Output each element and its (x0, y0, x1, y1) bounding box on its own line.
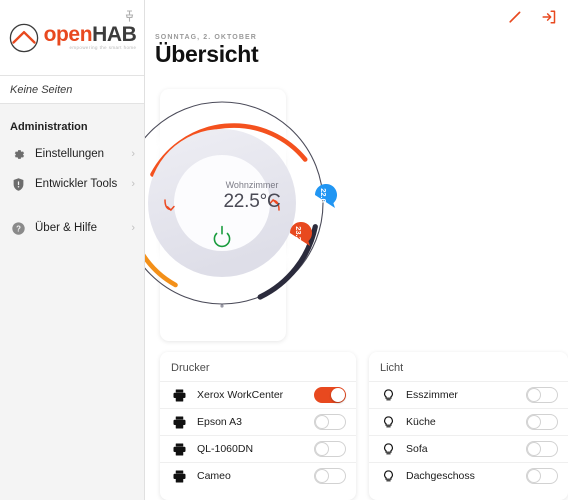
toggle-knob (315, 442, 329, 456)
badge-target-label: 23.2 (293, 225, 303, 241)
page-date: SONNTAG, 2. OKTOBER (155, 34, 257, 41)
pencil-icon[interactable] (506, 8, 524, 26)
admin-section-label: Administration (10, 121, 88, 133)
sidebar-item-entwickler-tools[interactable]: Entwickler Tools › (0, 169, 144, 199)
list-item-label: QL-1060DN (197, 443, 254, 455)
toggle-knob (527, 442, 541, 456)
list-item[interactable]: Cameo (160, 462, 356, 489)
chevron-right-icon: › (131, 148, 135, 160)
bulb-icon (380, 387, 396, 403)
chevron-right-icon: › (131, 222, 135, 234)
list-item-label: Esszimmer (406, 389, 458, 401)
list-item[interactable]: Xerox WorkCenter (160, 381, 356, 408)
list-item[interactable]: Epson A3 (160, 408, 356, 435)
list-item[interactable]: Sofa (369, 435, 568, 462)
card-licht: Licht Esszimmer Küche Sofa Dachgeschoss (369, 352, 568, 500)
bulb-icon (380, 468, 396, 484)
list-item[interactable]: Küche (369, 408, 568, 435)
cards-row: Drucker Xerox WorkCenter Epson A3 QL-106… (160, 352, 568, 500)
toggle-knob (527, 469, 541, 483)
shield-alert-icon (11, 177, 26, 192)
toggle-knob (527, 415, 541, 429)
top-toolbar (145, 0, 568, 34)
toggle-switch[interactable] (314, 441, 346, 457)
badge-current-label: 22.6 (318, 187, 328, 203)
badge-current-temperature[interactable]: 22.6 (313, 182, 337, 208)
list-item[interactable]: Dachgeschoss (369, 462, 568, 489)
sidebar-item-label: Entwickler Tools (35, 178, 118, 190)
list-item[interactable]: Esszimmer (369, 381, 568, 408)
app-root: openHAB empowering the smart home Keine … (0, 0, 568, 500)
logo-open-text: open (43, 23, 93, 47)
sidebar: openHAB empowering the smart home Keine … (0, 0, 145, 500)
sidebar-item-label: Einstellungen (35, 148, 105, 160)
toggle-knob (315, 415, 329, 429)
toggle-switch[interactable] (526, 468, 558, 484)
sidebar-item-ueber-hilfe[interactable]: ? Über & Hilfe › (0, 213, 144, 243)
list-item-label: Küche (406, 416, 436, 428)
toggle-switch[interactable] (314, 468, 346, 484)
toggle-switch[interactable] (526, 387, 558, 403)
list-item[interactable]: QL-1060DN (160, 435, 356, 462)
toggle-knob (331, 388, 345, 402)
printer-icon (171, 414, 187, 430)
printer-icon (171, 387, 187, 403)
list-item-label: Cameo (197, 470, 231, 482)
list-item-label: Sofa (406, 443, 428, 455)
toggle-switch[interactable] (314, 414, 346, 430)
pages-section: Keine Seiten (0, 76, 144, 104)
main-content: SONNTAG, 2. OKTOBER Übersicht Wohnzimmer… (145, 0, 568, 500)
card-drucker: Drucker Xerox WorkCenter Epson A3 QL-106… (160, 352, 356, 500)
logo-tagline: empowering the smart home (69, 45, 137, 51)
page-header: SONNTAG, 2. OKTOBER Übersicht (145, 34, 568, 68)
printer-icon (171, 441, 187, 457)
list-item-label: Xerox WorkCenter (197, 389, 284, 401)
pin-icon[interactable] (121, 8, 137, 24)
sidebar-item-einstellungen[interactable]: Einstellungen › (0, 139, 144, 169)
list-item-label: Epson A3 (197, 416, 242, 428)
card-title: Licht (380, 362, 404, 374)
badge-target-temperature[interactable]: 23.2 (288, 220, 312, 246)
toggle-switch[interactable] (526, 441, 558, 457)
question-circle-icon: ? (11, 221, 26, 236)
thermostat-widget[interactable]: Wohnzimmer 22.5°C 22.6 23.2 (145, 78, 360, 348)
page-title: Übersicht (155, 41, 259, 67)
toggle-knob (527, 388, 541, 402)
gear-icon (11, 147, 26, 162)
svg-text:?: ? (16, 224, 21, 233)
pages-empty-label: Keine Seiten (10, 83, 73, 96)
openhab-mark-icon (8, 22, 40, 54)
bulb-icon (380, 441, 396, 457)
list-item-label: Dachgeschoss (406, 470, 475, 482)
logo-hab-text: HAB (92, 23, 137, 47)
toggle-knob (315, 469, 329, 483)
toggle-switch[interactable] (526, 414, 558, 430)
bulb-icon (380, 414, 396, 430)
chevron-right-icon: › (131, 178, 135, 190)
card-title: Drucker (171, 362, 210, 374)
toggle-switch[interactable] (314, 387, 346, 403)
printer-icon (171, 468, 187, 484)
login-icon[interactable] (540, 8, 558, 26)
sidebar-item-label: Über & Hilfe (35, 222, 97, 234)
